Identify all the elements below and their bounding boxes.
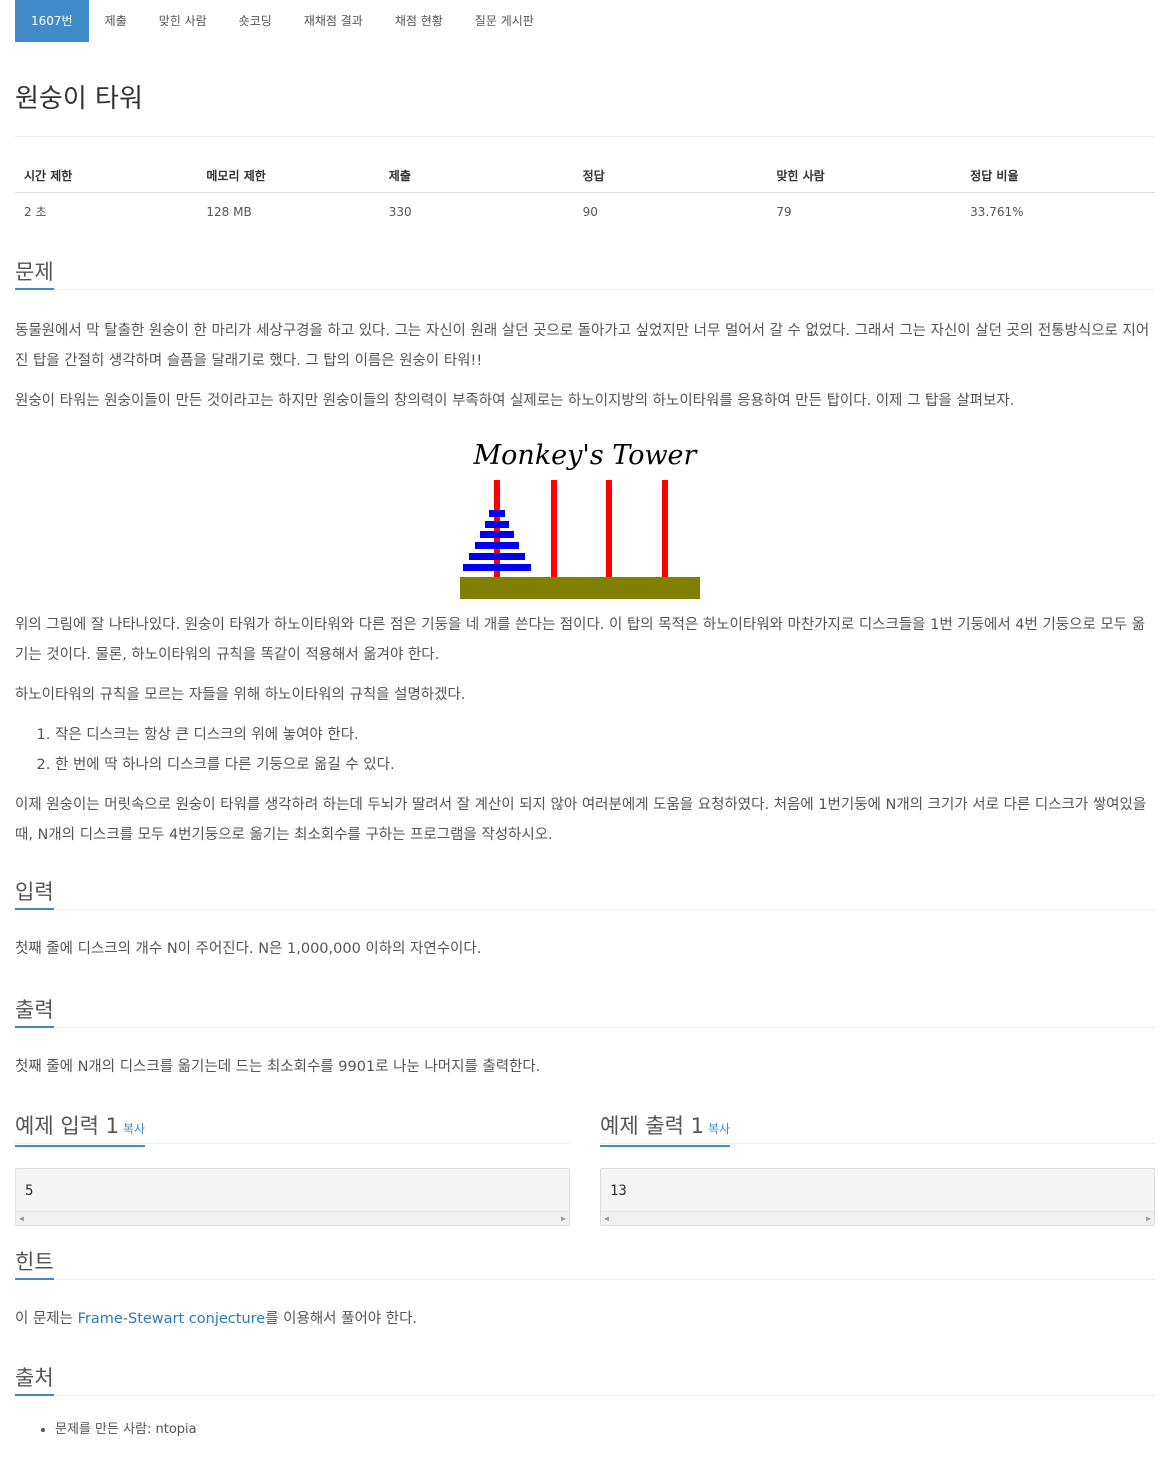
disk-2 [485,521,509,528]
problem-paragraph-3: 위의 그림에 잘 나타나있다. 원숭이 타워가 하노이타워와 다른 점은 기둥을… [15,617,1146,663]
source-heading: 출처 [15,1362,54,1396]
samples-row: 예제 입력 1 복사 5 ◀ ▶ 예제 출력 1 복사 13 ◀ ▶ [15,1110,1155,1226]
problem-heading: 문제 [15,256,54,290]
copy-sample-output-button[interactable]: 복사 [708,1122,730,1136]
source-headline: 출처 [15,1362,1155,1396]
input-description: 첫째 줄에 디스크의 개수 N이 주어진다. N은 1,000,000 이하의 … [15,941,482,957]
problem-paragraph-4: 하노이타워의 규칙을 모르는 자들을 위해 하노이타워의 규칙을 설명하겠다. [15,687,466,703]
problem-paragraph-5: 이제 원숭이는 머릿속으로 원숭이 타워를 생각하려 하는데 두뇌가 딸려서 잘… [15,797,1147,843]
info-header-memory-limit: 메모리 제한 [197,159,380,193]
sample-output-value: 13 [610,1183,627,1199]
rules-list: 작은 디스크는 항상 큰 디스크의 위에 놓여야 한다. 한 번에 딱 하나의 … [15,720,1155,780]
frame-stewart-link[interactable]: Frame-Stewart conjecture [78,1311,266,1327]
source-item: 문제를 만든 사람: ntopia [55,1420,1155,1440]
info-correct: 90 [582,204,598,219]
input-section: 입력 첫째 줄에 디스크의 개수 N이 주어진다. N은 1,000,000 이… [15,876,1155,964]
input-headline: 입력 [15,876,1155,910]
sample-input-box[interactable]: 5 ◀ ▶ [15,1168,570,1226]
info-header-solved: 맞힌 사람 [767,159,962,193]
problem-info-table: 시간 제한 메모리 제한 제출 정답 맞힌 사람 정답 비율 2 초 128 M… [15,159,1155,228]
monkey-tower-figure: Monkey's Tower [15,430,1155,600]
hint-text: 이 문제는 Frame-Stewart conjecture를 이용해서 풀어야… [15,1311,418,1327]
sample-input-value: 5 [25,1183,34,1199]
copy-sample-input-button[interactable]: 복사 [123,1122,145,1136]
info-ratio: 33.761% [970,204,1024,219]
title-divider [15,136,1155,137]
peg-2 [551,480,557,577]
peg-3 [606,480,612,577]
tab-problem-number[interactable]: 1607번 [15,0,89,42]
info-value-row: 2 초 128 MB 330 90 79 33.761% [15,193,1155,229]
disk-6 [463,564,531,571]
disk-1 [489,510,505,517]
sample-output-section: 예제 출력 1 복사 13 ◀ ▶ [600,1110,1155,1226]
problem-headline: 문제 [15,256,1155,290]
info-header-time-limit: 시간 제한 [15,159,198,193]
output-description: 첫째 줄에 N개의 디스크를 옮기는데 드는 최소회수를 9901로 나눈 나머… [15,1059,541,1075]
info-time-limit: 2 초 [24,205,47,219]
sample-input-heading: 예제 입력 1 [15,1114,119,1138]
peg-1 [494,480,500,577]
monkey-tower-image: Monkey's Tower [460,440,700,599]
info-memory-limit: 128 MB [206,204,252,219]
tab-rejudge-results[interactable]: 재채점 결과 [288,0,379,42]
info-header-ratio: 정답 비율 [961,159,1155,193]
output-section: 출력 첫째 줄에 N개의 디스크를 옮기는데 드는 최소회수를 9901로 나눈… [15,994,1155,1082]
problem-paragraph-2: 원숭이 타워는 원숭이들이 만든 것이라고는 하지만 원숭이들의 창의력이 부족… [15,393,1015,409]
input-heading: 입력 [15,876,54,910]
hint-headline: 힌트 [15,1246,1155,1280]
disk-5 [469,553,525,560]
scroll-right-icon[interactable]: ▶ [561,1214,566,1223]
output-headline: 출력 [15,994,1155,1028]
scroll-left-icon[interactable]: ◀ [19,1214,24,1223]
peg-4 [662,480,668,577]
sample-output-heading: 예제 출력 1 [600,1114,704,1138]
info-submissions: 330 [388,204,412,219]
source-list: 문제를 만든 사람: ntopia [15,1420,1155,1440]
info-header-row: 시간 제한 메모리 제한 제출 정답 맞힌 사람 정답 비율 [15,159,1155,193]
tab-short-coding[interactable]: 숏코딩 [223,0,288,42]
tab-submit[interactable]: 제출 [89,0,143,42]
figure-caption: Monkey's Tower [473,440,699,471]
problem-description: 동물원에서 막 탈출한 원숭이 한 마리가 세상구경을 하고 있다. 그는 자신… [15,316,1155,850]
sample-input-scrollbar[interactable]: ◀ ▶ [16,1211,569,1225]
hint-heading: 힌트 [15,1246,54,1280]
sample-output-box[interactable]: 13 ◀ ▶ [600,1168,1155,1226]
output-heading: 출력 [15,994,54,1028]
sample-input-headline: 예제 입력 1 복사 [15,1110,570,1147]
info-solved: 79 [776,204,792,219]
hint-section: 힌트 이 문제는 Frame-Stewart conjecture를 이용해서 … [15,1246,1155,1334]
rule-item: 한 번에 딱 하나의 디스크를 다른 기둥으로 옮길 수 있다. [55,750,1155,780]
sample-output-scrollbar[interactable]: ◀ ▶ [601,1211,1154,1225]
source-section: 출처 문제를 만든 사람: ntopia [15,1362,1155,1440]
tab-question-board[interactable]: 질문 게시판 [459,0,550,42]
info-header-correct: 정답 [573,159,768,193]
disk-3 [480,531,514,538]
disk-4 [475,542,519,549]
problem-paragraph-1: 동물원에서 막 탈출한 원숭이 한 마리가 세상구경을 하고 있다. 그는 자신… [15,323,1150,369]
scroll-right-icon[interactable]: ▶ [1146,1214,1151,1223]
problem-menu-tabs: 1607번 제출 맞힌 사람 숏코딩 재채점 결과 채점 현황 질문 게시판 [15,0,1155,42]
tower-base [460,577,700,599]
sample-output-headline: 예제 출력 1 복사 [600,1110,1155,1147]
info-header-submissions: 제출 [379,159,574,193]
page-title: 원숭이 타워 [15,84,143,114]
sample-input-section: 예제 입력 1 복사 5 ◀ ▶ [15,1110,570,1226]
tab-solved-users[interactable]: 맞힌 사람 [143,0,223,42]
tab-status[interactable]: 채점 현황 [379,0,459,42]
problem-section: 문제 동물원에서 막 탈출한 원숭이 한 마리가 세상구경을 하고 있다. 그는… [15,256,1155,850]
scroll-left-icon[interactable]: ◀ [604,1214,609,1223]
rule-item: 작은 디스크는 항상 큰 디스크의 위에 놓여야 한다. [55,720,1155,750]
